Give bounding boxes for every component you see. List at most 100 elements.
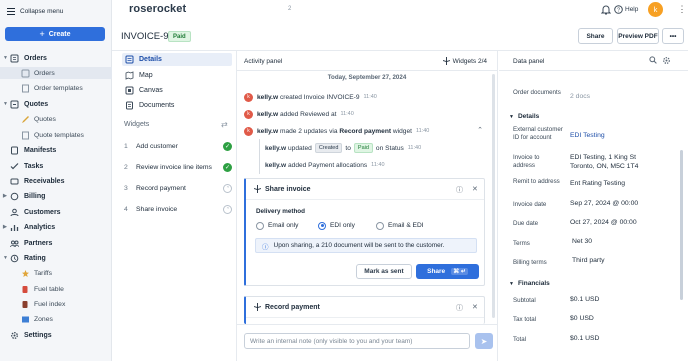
internal-note-input[interactable]: [244, 333, 470, 349]
share-card-header: Share invoice: [254, 185, 311, 193]
mark-as-sent-button[interactable]: Mark as sent: [356, 264, 412, 279]
sidebar-item-orders[interactable]: ▼ Orders: [0, 52, 112, 64]
tab-details[interactable]: Details: [122, 53, 232, 66]
search-icon[interactable]: [649, 56, 657, 66]
help-button[interactable]: ? Help: [614, 4, 638, 15]
radio-email-and-edi[interactable]: Email & EDI: [376, 221, 424, 230]
sidebar-item-label: Quotes: [24, 100, 49, 108]
widget-num: 4: [124, 205, 128, 213]
sidebar-item-customers[interactable]: Customers: [0, 206, 112, 218]
tab-canvas[interactable]: Canvas: [122, 84, 232, 97]
entry-user: kelly.w: [265, 161, 287, 169]
entry-user: kelly.w: [257, 127, 279, 135]
invoice-to-address-line1: EDI Testing, 1 King St: [570, 154, 636, 161]
total-value: $0.1 USD: [570, 335, 600, 342]
pending-circle-icon: ◔: [223, 204, 232, 214]
user-dot-icon: k: [244, 92, 253, 102]
sidebar-item-label: Fuel table: [34, 285, 64, 293]
send-note-button[interactable]: ➤: [475, 333, 493, 349]
sidebar-item-billing[interactable]: ▶ Billing: [0, 190, 112, 202]
create-button[interactable]: + Create: [5, 27, 105, 41]
widget-icon: [442, 57, 450, 65]
close-icon[interactable]: ✕: [472, 185, 478, 193]
order-documents-label: Order documents: [513, 89, 561, 96]
entry-user: kelly.w: [257, 93, 279, 101]
menu-icon: [7, 7, 15, 15]
more-options-button[interactable]: •••: [662, 28, 684, 44]
external-customer-id-value[interactable]: EDI Testing: [570, 132, 605, 141]
data-panel-scrollbar[interactable]: [680, 150, 683, 300]
widget-icon: [254, 303, 261, 311]
widget-row-record-payment[interactable]: 3 Record payment ◔: [124, 182, 232, 194]
sidebar-item-rating[interactable]: ▼ Rating: [0, 252, 112, 264]
radio-email-only[interactable]: Email only: [256, 221, 298, 230]
sidebar-item-partners[interactable]: Partners: [0, 237, 112, 249]
send-icon: ➤: [480, 336, 488, 346]
info-icon: ⓘ: [262, 243, 269, 251]
terms-value[interactable]: Net 30: [572, 238, 592, 247]
sidebar-item-zones[interactable]: Zones: [0, 313, 112, 325]
sidebar-item-orders-list[interactable]: Orders: [0, 67, 112, 79]
sidebar-item-receivables[interactable]: Receivables: [0, 175, 112, 187]
tab-documents[interactable]: Documents: [122, 99, 232, 112]
widget-row-review-invoice[interactable]: 2 Review invoice line items ✓: [124, 161, 232, 173]
share-submit-button[interactable]: Share ⌘ ↵: [416, 264, 479, 279]
orders-icon: [20, 68, 30, 78]
card-divider: [246, 317, 484, 318]
financials-section-header[interactable]: ▼ Financials: [509, 280, 550, 287]
invoice-date-value[interactable]: Sep 27, 2024 @ 00:00: [570, 200, 638, 209]
sidebar-item-fuel-table[interactable]: Fuel table: [0, 283, 112, 295]
close-icon[interactable]: ✕: [472, 303, 478, 311]
sidebar-item-quotes[interactable]: ▼ Quotes: [0, 98, 112, 110]
widget-row-share-invoice[interactable]: 4 Share invoice ◔: [124, 203, 232, 215]
sidebar-item-order-templates[interactable]: Order templates: [0, 82, 112, 94]
more-vertical-icon[interactable]: ⋮: [678, 4, 687, 15]
collapse-menu-button[interactable]: Collapse menu: [7, 6, 63, 16]
radio-label: Email only: [268, 222, 299, 229]
info-icon[interactable]: ⓘ: [456, 303, 463, 313]
help-icon: ?: [614, 5, 623, 14]
share-invoice-card: Share invoice ⓘ ✕ Delivery method Email …: [244, 178, 485, 286]
check-circle-icon: ✓: [223, 162, 232, 172]
info-icon[interactable]: ⓘ: [456, 185, 463, 195]
order-documents-value[interactable]: 2 docs: [570, 93, 590, 102]
avatar[interactable]: k: [648, 2, 663, 17]
chevron-down-icon: ▼: [509, 280, 514, 287]
check-circle-icon: ✓: [223, 141, 232, 151]
share-button[interactable]: Share: [578, 28, 613, 44]
record-card-header: Record payment: [254, 303, 320, 311]
sidebar-item-tasks[interactable]: Tasks: [0, 160, 112, 172]
pending-circle-icon: ◔: [223, 183, 232, 193]
field-label: Invoice date: [513, 201, 547, 208]
info-banner: ⓘ Upon sharing, a 210 document will be s…: [255, 238, 477, 253]
delivery-method-label: Delivery method: [256, 208, 305, 215]
sidebar-item-label: Quotes: [34, 115, 56, 123]
roserocket-logo[interactable]: roserocket: [129, 3, 186, 15]
widgets-counter[interactable]: Widgets 2/4: [442, 57, 487, 65]
collapse-menu-label: Collapse menu: [20, 7, 64, 15]
widget-label: Review invoice line items: [136, 163, 212, 171]
widget-row-add-customer[interactable]: 1 Add customer ✓: [124, 140, 232, 152]
preview-pdf-button[interactable]: Preview PDF: [617, 28, 659, 44]
due-date-value[interactable]: Oct 27, 2024 @ 00:00: [570, 219, 637, 228]
sidebar-item-manifests[interactable]: Manifests: [0, 144, 112, 156]
sidebar-item-fuel-index[interactable]: Fuel index: [0, 298, 112, 310]
sidebar-item-quote-templates[interactable]: Quote templates: [0, 129, 112, 141]
sidebar-item-tariffs[interactable]: Tariffs: [0, 267, 112, 279]
details-section-header[interactable]: ▼ Details: [509, 113, 539, 120]
activity-scrollbar[interactable]: [492, 74, 495, 318]
gear-icon[interactable]: [662, 56, 671, 67]
billing-terms-value[interactable]: Third party: [572, 257, 604, 266]
swap-icon[interactable]: ⇄: [221, 120, 228, 129]
activity-entry: k kelly.w created Invoice INVOICE-9 11:40: [244, 92, 377, 102]
sidebar-item-settings[interactable]: Settings: [0, 329, 112, 341]
sidebar-item-quotes-list[interactable]: Quotes: [0, 113, 112, 125]
radio-edi-only[interactable]: EDI only: [318, 221, 355, 230]
tab-map[interactable]: Map: [122, 69, 232, 82]
template-icon: [20, 130, 30, 140]
tab-label: Map: [139, 72, 153, 79]
chevron-up-icon[interactable]: ⌃: [477, 126, 483, 134]
entry-time: 11:40: [415, 128, 430, 134]
sidebar-item-analytics[interactable]: ▶ Analytics: [0, 221, 112, 233]
bell-icon[interactable]: [600, 4, 611, 15]
